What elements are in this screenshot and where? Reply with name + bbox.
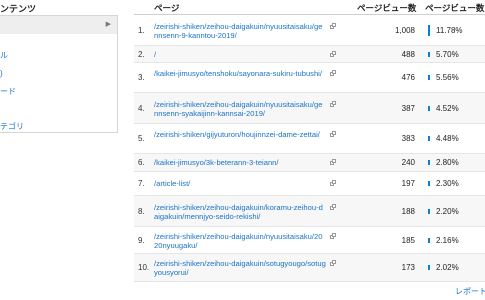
pageviews-share-bar (428, 160, 430, 165)
copy-icon[interactable] (330, 180, 337, 186)
pageviews-value: 197 (401, 179, 415, 188)
pageviews-percent: 5.56% (436, 73, 459, 82)
pageviews-value: 188 (401, 207, 415, 216)
pageviews-percent: 2.30% (436, 179, 459, 188)
pageviews-share-bar (428, 75, 430, 80)
row-number: 2. (138, 50, 145, 59)
copy-icon[interactable] (330, 131, 337, 137)
row-number: 6. (138, 158, 145, 167)
copy-icon[interactable] (330, 233, 337, 239)
page-path-link[interactable]: /article-list/ (154, 179, 326, 188)
pageviews-value: 185 (401, 236, 415, 245)
pageviews-value: 488 (401, 50, 415, 59)
page-path-link[interactable]: /zeirishi-shiken/zeihou-daigakuin/nyuusi… (154, 22, 326, 40)
row-number: 8. (138, 207, 145, 216)
column-header-pageviews-pct[interactable]: ページビュー数 (425, 2, 484, 14)
pageviews-value: 476 (401, 73, 415, 82)
table-row: 8. /zeirishi-shiken/zeihou-daigakuin/kora… (134, 196, 485, 227)
page-path-link[interactable]: /zeirishi-shiken/zeihou-daigakuin/nyuusi… (154, 100, 326, 118)
chevron-right-icon: ▶ (105, 21, 111, 28)
sidebar-item-5[interactable] (0, 101, 117, 119)
pageviews-share-bar (428, 136, 430, 141)
pageviews-percent: 5.70% (436, 50, 459, 59)
table-row: 5. /zeirishi-shiken/gijyuturon/houjinnzei… (134, 124, 485, 154)
sidebar-item-2[interactable]: ル (0, 47, 117, 65)
column-header-pageviews[interactable]: ページビュー数 (357, 2, 416, 14)
pageviews-percent: 2.02% (436, 263, 459, 272)
page-path-link[interactable]: /zeirishi-shiken/zeihou-daigakuin/koramu… (154, 203, 326, 221)
table-row: 7. /article-list/197 2.30% (134, 172, 485, 196)
page-path-link[interactable]: /zeirishi-shiken/gijyuturon/houjinnzei-d… (154, 130, 326, 139)
sidebar-item-4[interactable]: ード (0, 83, 117, 101)
table-row: 9. /zeirishi-shiken/zeihou-daigakuin/nyuu… (134, 227, 485, 254)
column-header-page[interactable]: ページ (154, 2, 179, 14)
row-number: 9. (138, 236, 145, 245)
pageviews-percent: 4.52% (436, 104, 459, 113)
pageviews-share-bar (428, 209, 430, 214)
row-number: 4. (138, 104, 145, 113)
pageviews-share-bar (428, 106, 430, 111)
copy-icon[interactable] (330, 70, 337, 76)
pageviews-percent: 2.16% (436, 236, 459, 245)
pageviews-share-bar (428, 25, 430, 36)
pageviews-value: 387 (401, 104, 415, 113)
sidebar-title: ンテンツ (0, 4, 37, 14)
pageviews-percent: 4.48% (436, 134, 459, 143)
pageviews-share-bar (428, 52, 430, 57)
copy-icon[interactable] (330, 101, 337, 107)
page-path-link[interactable]: /kaikei-jimusyo/3k-beterann-3-teiann/ (154, 158, 326, 167)
page-path-link[interactable]: / (154, 50, 326, 59)
table-row: 10. /zeirishi-shiken/zeihou-daigakuin/sot… (134, 254, 485, 282)
table-row: 3. /kaikei-jimusyo/tenshoku/sayonara-suki… (134, 63, 485, 93)
copy-icon[interactable] (330, 51, 337, 57)
table-header: ページ ページビュー数 ページビュー数 (134, 0, 485, 15)
pageviews-share-bar (428, 265, 430, 270)
pageviews-percent: 2.20% (436, 207, 459, 216)
table-row: 2. / 488 5.70% (134, 46, 485, 63)
sidebar-list: ▶ ル ) ード (0, 15, 118, 133)
pageviews-value: 383 (401, 134, 415, 143)
copy-icon[interactable] (330, 204, 337, 210)
row-number: 3. (138, 73, 145, 82)
report-link[interactable]: レポート (455, 286, 485, 297)
sidebar-item-content[interactable]: ▶ (0, 16, 117, 34)
pageviews-share-bar (428, 181, 430, 186)
row-number: 10. (138, 263, 150, 272)
sidebar-item-3[interactable]: ) (0, 65, 117, 83)
table-row: 1. /zeirishi-shiken/zeihou-daigakuin/nyuu… (134, 16, 485, 46)
row-number: 7. (138, 179, 145, 188)
pageviews-value: 240 (401, 158, 415, 167)
pageviews-value: 173 (401, 263, 415, 272)
page-path-link[interactable]: /kaikei-jimusyo/tenshoku/sayonara-sukiru… (154, 69, 326, 78)
page-path-link[interactable]: /zeirishi-shiken/zeihou-daigakuin/nyuusi… (154, 232, 326, 250)
pageviews-value: 1,008 (394, 26, 415, 35)
pageviews-percent: 2.80% (436, 158, 459, 167)
pageviews-percent: 11.78% (436, 26, 463, 35)
page-path-link[interactable]: /zeirishi-shiken/zeihou-daigakuin/sotugy… (154, 259, 326, 277)
table-row: 4. /zeirishi-shiken/zeihou-daigakuin/nyuu… (134, 93, 485, 124)
table-row: 6. /kaikei-jimusyo/3k-beterann-3-teiann/2… (134, 154, 485, 172)
copy-icon[interactable] (330, 159, 337, 165)
row-number: 5. (138, 134, 145, 143)
sidebar: ンテンツ ▶ ル ) ード テゴリ (0, 0, 118, 300)
copy-icon[interactable] (330, 260, 337, 266)
copy-icon[interactable] (330, 23, 337, 29)
sidebar-item-category[interactable]: テゴリ (0, 121, 24, 132)
pageviews-share-bar (428, 238, 430, 243)
row-number: 1. (138, 26, 145, 35)
